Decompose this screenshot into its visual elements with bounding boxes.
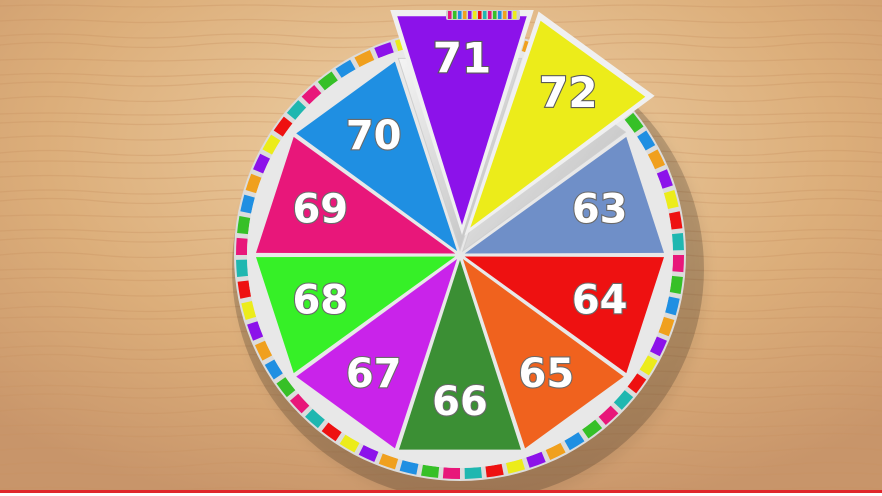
rim-cap-block (488, 11, 492, 19)
segment-number-68: 68 (292, 277, 348, 323)
rim-cap-block (468, 11, 472, 19)
video-progress-bar[interactable] (0, 490, 882, 496)
rim-block (421, 464, 440, 478)
segment-number-64: 64 (572, 277, 628, 323)
rim-block (672, 255, 684, 273)
segment-number-70: 70 (346, 113, 402, 159)
prize-wheel[interactable]: 63 64 65 66 67 68 69 70 71 72 (0, 0, 882, 496)
rim-cap-block (493, 11, 497, 19)
rim-cap-block (513, 11, 517, 19)
rim-block (669, 275, 683, 294)
rim-cap-block (483, 11, 487, 19)
rim-block (236, 259, 249, 277)
rim-cap-block (458, 11, 462, 19)
rim-cap-block (448, 11, 452, 19)
rim-cap-block (473, 11, 477, 19)
segment-number-66: 66 (432, 379, 488, 425)
rim-cap-block (508, 11, 512, 19)
rim-cap-block (453, 11, 457, 19)
progress-fill (0, 490, 882, 493)
wheel-scene: 63 64 65 66 67 68 69 70 71 72 (0, 0, 882, 496)
rim-block (671, 233, 684, 251)
rim-block (442, 467, 460, 479)
rim-block (236, 237, 248, 255)
segment-number-63: 63 (572, 187, 628, 233)
segment-number-65: 65 (518, 351, 574, 397)
segment-number-67: 67 (346, 351, 402, 397)
rim-cap-block (463, 11, 467, 19)
rim-block (464, 466, 482, 479)
segment-number-71: 71 (433, 34, 491, 83)
segment-number-72: 72 (539, 68, 597, 117)
segment-number-69: 69 (292, 187, 348, 233)
rim-cap-block (478, 11, 482, 19)
rim-block (237, 216, 251, 235)
top-rim-cap (446, 10, 520, 20)
rim-cap-block (498, 11, 502, 19)
rim-cap-block (503, 11, 507, 19)
